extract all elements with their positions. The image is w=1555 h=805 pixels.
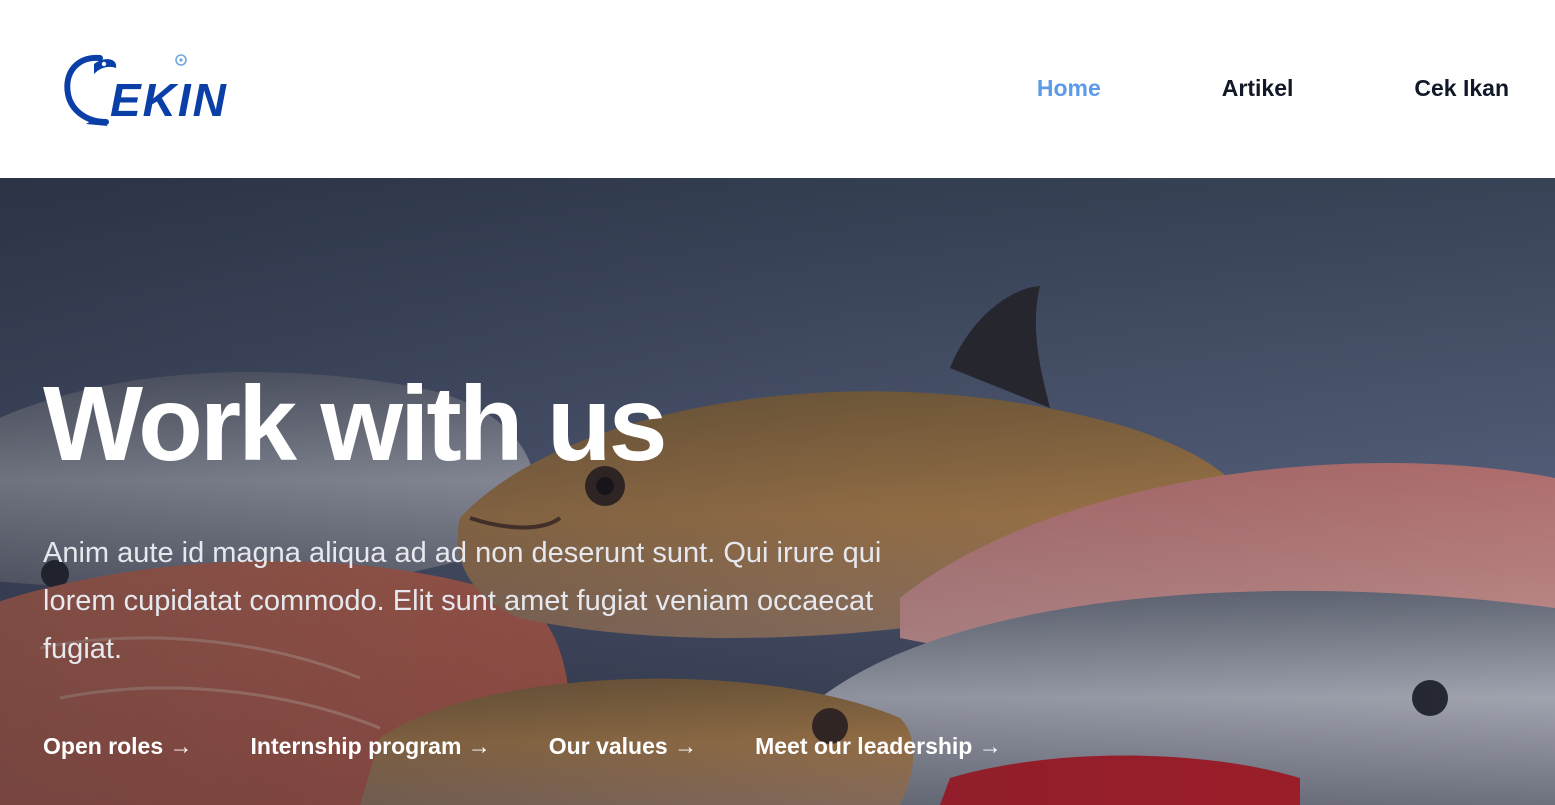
nav-cek-ikan-link[interactable]: Cek Ikan (1414, 75, 1509, 102)
hero-overlay (0, 178, 1555, 805)
hero-title: Work with us (43, 365, 668, 483)
nav-home-link[interactable]: Home (1037, 75, 1101, 102)
link-label: Meet our leadership (755, 733, 973, 759)
svg-text:EKIN: EKIN (110, 74, 228, 126)
internship-program-link[interactable]: Internship program → (251, 733, 491, 760)
hero-section: Work with us Anim aute id magna aliqua a… (0, 178, 1555, 805)
link-label: Internship program (250, 733, 462, 759)
meet-our-leadership-link[interactable]: Meet our leadership → (755, 733, 1002, 760)
link-label: Our values (548, 733, 668, 759)
link-label: Open roles (43, 733, 164, 759)
fish-logo-icon: EKIN (64, 54, 228, 126)
brand-logo[interactable]: EKIN (60, 50, 230, 130)
site-header: EKIN Home Artikel Cek Ikan (0, 0, 1555, 178)
main-navigation: Home Artikel Cek Ikan (1037, 72, 1509, 104)
nav-artikel-link[interactable]: Artikel (1222, 75, 1294, 102)
our-values-link[interactable]: Our values → (549, 733, 697, 760)
hero-description: Anim aute id magna aliqua ad ad non dese… (43, 537, 882, 665)
open-roles-link[interactable]: Open roles → (43, 733, 193, 760)
arrow-right-icon: → (467, 733, 491, 759)
arrow-right-icon: → (978, 733, 1002, 759)
hero-links: Open roles → Internship program → Our va… (43, 733, 1002, 760)
arrow-right-icon: → (674, 733, 698, 759)
arrow-right-icon: → (169, 733, 193, 759)
